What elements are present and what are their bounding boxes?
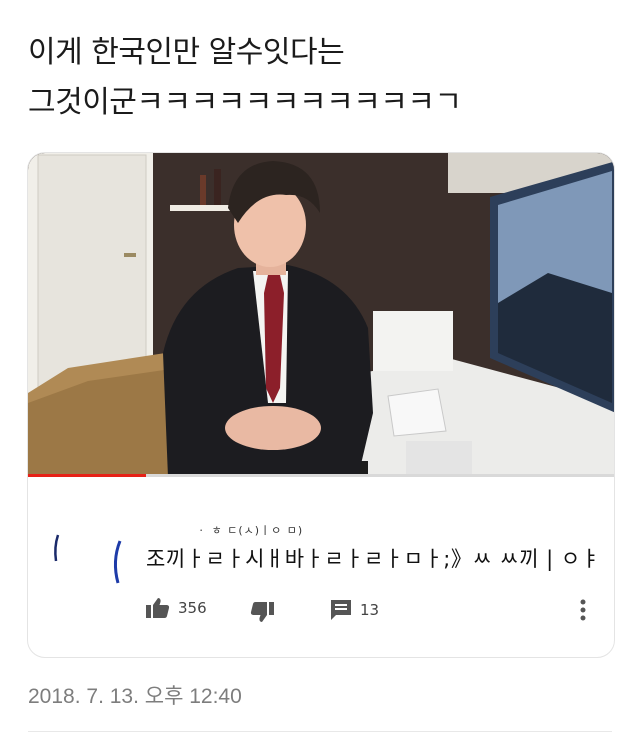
more-vertical-icon (580, 599, 586, 621)
more-options-button[interactable] (580, 599, 586, 621)
divider (28, 731, 612, 732)
like-count: 356 (178, 599, 207, 617)
reply-count: 13 (360, 601, 380, 619)
post-title-line-2: 그것이군ㅋㅋㅋㅋㅋㅋㅋㅋㅋㅋㅋㄱ (28, 85, 462, 120)
thumbs-up-icon (146, 598, 170, 618)
post-timestamp: 2018. 7. 13. 오후 12:40 (28, 685, 242, 708)
comment-area: ㆍ ㅎ ㄷ(ㅅ)ㅣㅇ ㅁ) 조끼ㅏㄹㅏ시ㅐ바ㅏㄹㅏㄹㅏㅁㅏ;》ㅆ ㅆ끼 | ㅇㅑ… (28, 479, 614, 657)
video-progress-fill (28, 474, 146, 477)
video-frame-illustration (28, 153, 614, 477)
embedded-video-card[interactable]: ㆍ ㅎ ㄷ(ㅅ)ㅣㅇ ㅁ) 조끼ㅏㄹㅏ시ㅐ바ㅏㄹㅏㄹㅏㅁㅏ;》ㅆ ㅆ끼 | ㅇㅑ… (27, 152, 615, 658)
reply-button[interactable]: 13 (330, 599, 379, 621)
video-thumbnail[interactable] (28, 153, 614, 477)
comment-avatar-marks (54, 534, 122, 584)
post-title-line-1: 이게 한국인만 알수잇다는 (28, 35, 345, 70)
post-title: 이게 한국인만 알수잇다는 그것이군ㅋㅋㅋㅋㅋㅋㅋㅋㅋㅋㅋㄱ (28, 28, 618, 128)
comment-text: 조끼ㅏㄹㅏ시ㅐ바ㅏㄹㅏㄹㅏㅁㅏ;》ㅆ ㅆ끼 | ㅇㅑ (146, 547, 601, 571)
video-progress-track[interactable] (28, 474, 614, 477)
comment-icon (331, 600, 351, 620)
comment-text-small: ㆍ ㅎ ㄷ(ㅅ)ㅣㅇ ㅁ) (196, 524, 304, 537)
dislike-button[interactable] (250, 601, 274, 623)
thumbs-down-icon (250, 602, 274, 622)
comment-actions: 356 13 (28, 595, 614, 635)
like-button[interactable]: 356 (146, 597, 207, 619)
